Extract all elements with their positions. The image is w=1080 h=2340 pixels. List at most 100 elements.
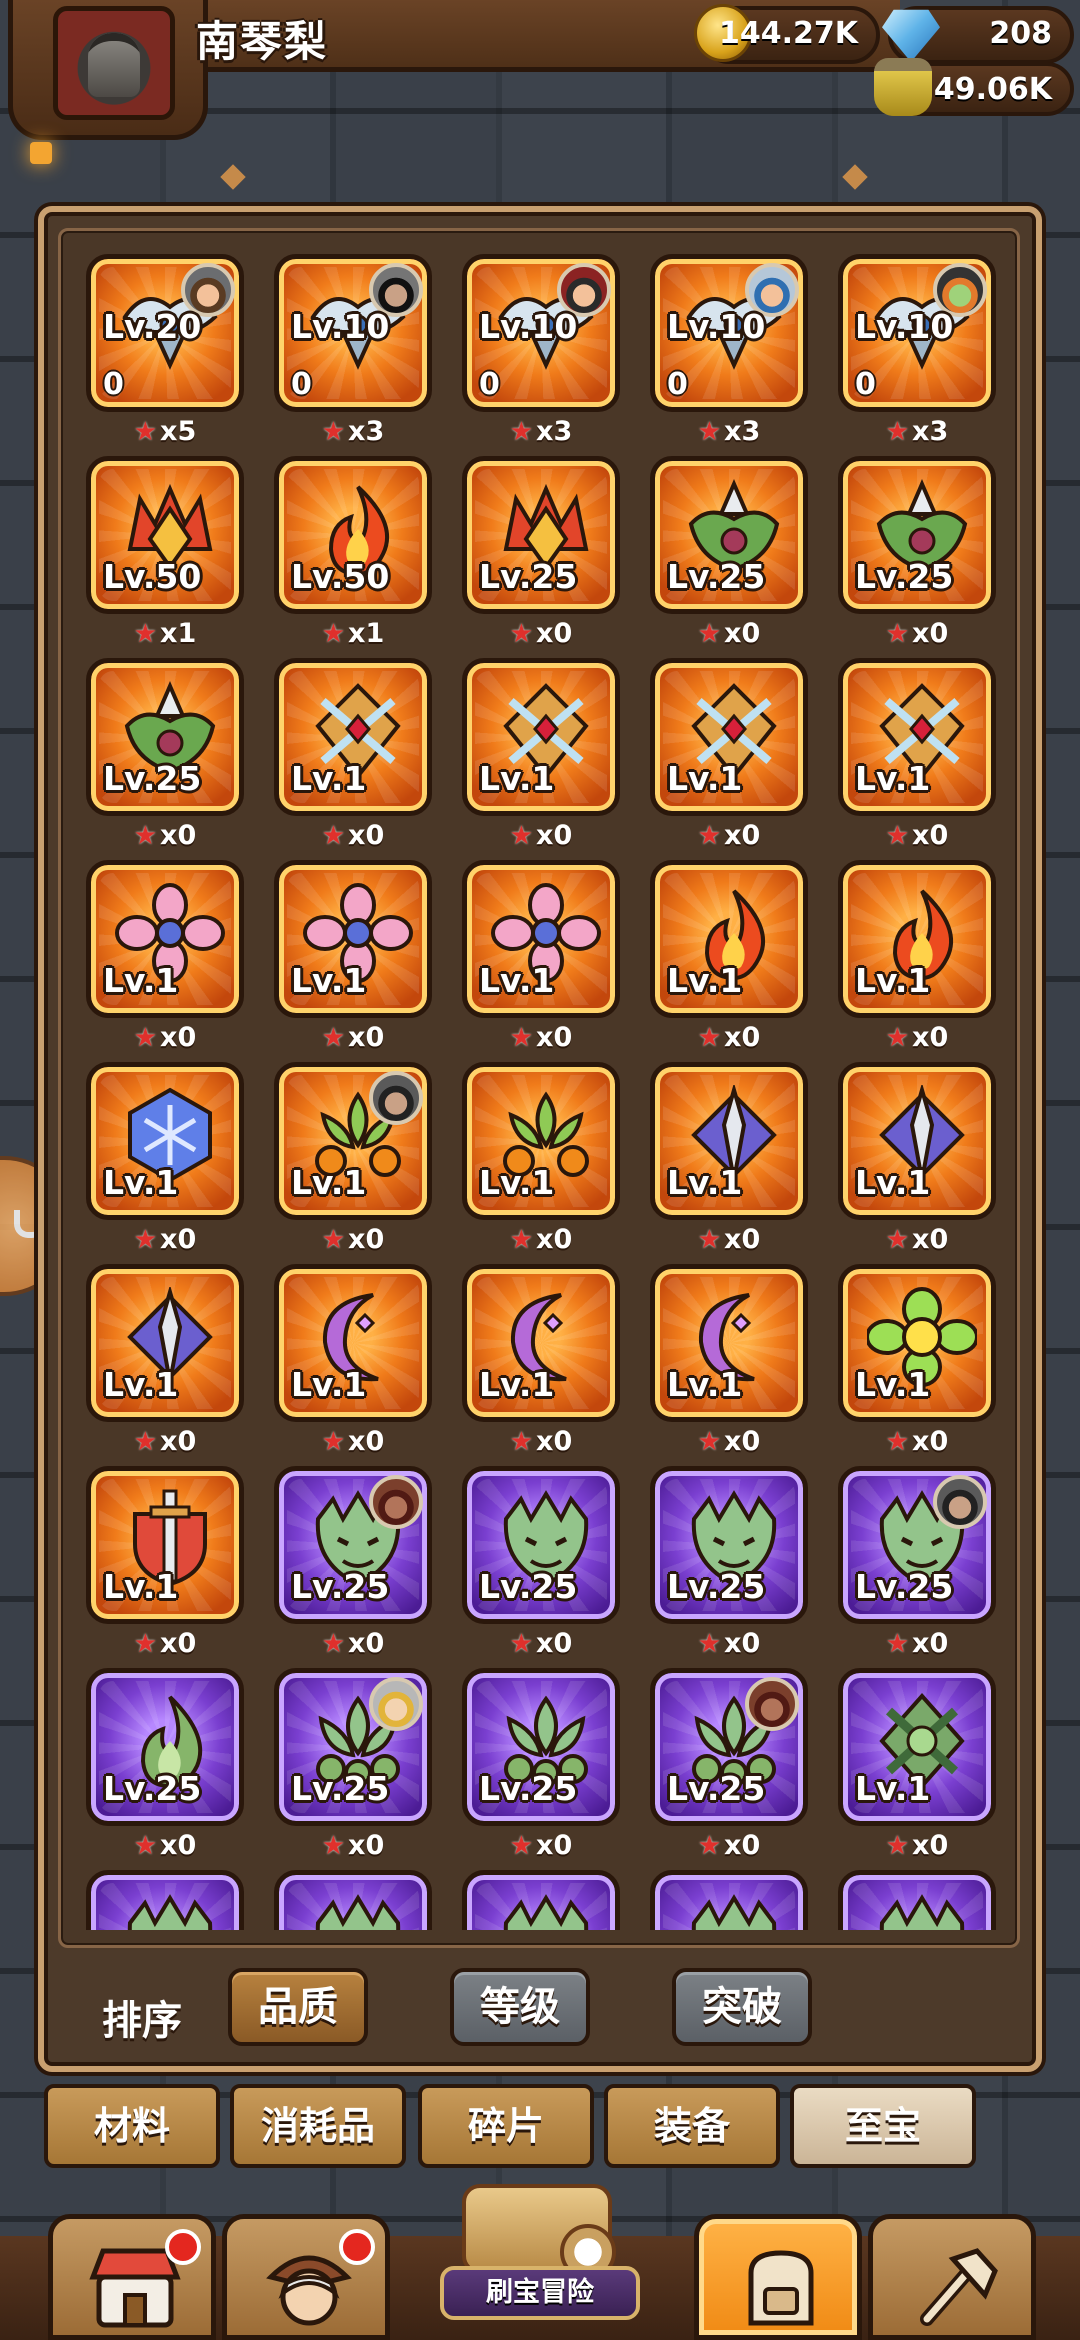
treasure-tile[interactable]: Lv.10 0 [650,254,808,412]
treasure-item[interactable] [274,1870,432,1930]
treasure-item[interactable]: Lv.1 ★ x0 [274,658,432,858]
treasure-tile[interactable]: Lv.1 [838,658,996,816]
treasure-tile[interactable]: Lv.20 0 [86,254,244,412]
treasure-tile[interactable]: Lv.25 [86,658,244,816]
treasure-item[interactable]: Lv.10 0 ★ x3 [462,254,620,454]
nav-adventure-button[interactable]: 刷宝冒险 [392,2184,688,2340]
avatar-frame[interactable] [8,0,208,140]
treasure-tile[interactable]: Lv.1 [650,860,808,1018]
treasure-item[interactable]: Lv.1 ★ x0 [274,1062,432,1262]
treasure-tile[interactable]: Lv.10 0 [274,254,432,412]
treasure-tile[interactable]: Lv.25 [838,456,996,614]
treasure-item[interactable]: Lv.1 ★ x0 [86,1466,244,1666]
treasure-item[interactable]: Lv.1 ★ x0 [462,1264,620,1464]
treasure-tile[interactable]: Lv.1 [86,860,244,1018]
treasure-tile[interactable]: Lv.50 [86,456,244,614]
treasure-item[interactable]: Lv.50 ★ x1 [86,456,244,656]
treasure-grid[interactable]: Lv.20 0 ★ x5 Lv.10 0 ★ x3 Lv.10 0 ★ x3 Lv.10 0 ★ x3 Lv.1… [86,254,998,1930]
treasure-tile[interactable]: Lv.1 [86,1466,244,1624]
treasure-tile[interactable] [462,1870,620,1930]
treasure-tile[interactable]: Lv.25 [462,1466,620,1624]
potion-counter[interactable]: 49.06K [874,58,1074,116]
treasure-tile[interactable] [838,1870,996,1930]
treasure-tile[interactable]: Lv.25 [86,1668,244,1826]
treasure-item[interactable]: Lv.1 ★ x0 [838,860,996,1060]
treasure-tile[interactable] [650,1870,808,1930]
tab-consumables[interactable]: 消耗品 [230,2084,406,2168]
treasure-tile[interactable]: Lv.1 [650,1062,808,1220]
treasure-tile[interactable]: Lv.1 [274,1264,432,1422]
treasure-item[interactable]: Lv.25 ★ x0 [650,456,808,656]
treasure-tile[interactable]: Lv.1 [650,1264,808,1422]
treasure-item[interactable]: Lv.25 ★ x0 [650,1668,808,1868]
sort-level-button[interactable]: 等级 [450,1968,590,2046]
nav-shop-button[interactable] [48,2214,216,2340]
treasure-item[interactable]: Lv.1 ★ x0 [650,658,808,858]
treasure-item[interactable]: Lv.1 ★ x0 [838,1668,996,1868]
treasure-item[interactable]: Lv.50 ★ x1 [274,456,432,656]
treasure-item[interactable]: Lv.25 ★ x0 [274,1466,432,1666]
treasure-tile[interactable]: Lv.50 [274,456,432,614]
treasure-item[interactable]: Lv.1 ★ x0 [86,1062,244,1262]
treasure-item[interactable]: Lv.1 ★ x0 [274,1264,432,1464]
treasure-tile[interactable]: Lv.1 [86,1062,244,1220]
treasure-item[interactable]: Lv.1 ★ x0 [838,1264,996,1464]
treasure-item[interactable] [650,1870,808,1930]
treasure-tile[interactable]: Lv.1 [462,658,620,816]
treasure-item[interactable]: Lv.10 0 ★ x3 [274,254,432,454]
treasure-item[interactable]: Lv.1 ★ x0 [650,1062,808,1262]
treasure-item[interactable]: Lv.20 0 ★ x5 [86,254,244,454]
treasure-item[interactable]: Lv.10 0 ★ x3 [838,254,996,454]
treasure-item[interactable]: Lv.1 ★ x0 [650,1264,808,1464]
treasure-item[interactable]: Lv.25 ★ x0 [462,456,620,656]
treasure-tile[interactable] [274,1870,432,1930]
treasure-item[interactable]: Lv.25 ★ x0 [838,1466,996,1666]
treasure-item[interactable]: Lv.25 ★ x0 [462,1466,620,1666]
gem-counter[interactable]: 208 [882,6,1074,64]
treasure-tile[interactable]: Lv.1 [462,860,620,1018]
treasure-tile[interactable]: Lv.25 [650,1466,808,1624]
treasure-item[interactable]: Lv.1 ★ x0 [650,860,808,1060]
treasure-tile[interactable]: Lv.1 [838,860,996,1018]
nav-hero-button[interactable] [222,2214,390,2340]
tab-equipment[interactable]: 装备 [604,2084,780,2168]
treasure-item[interactable]: Lv.1 ★ x0 [462,860,620,1060]
treasure-tile[interactable]: Lv.25 [274,1466,432,1624]
tab-materials[interactable]: 材料 [44,2084,220,2168]
treasure-item[interactable]: Lv.1 ★ x0 [462,1062,620,1262]
treasure-item[interactable]: Lv.25 ★ x0 [86,658,244,858]
gold-counter[interactable]: 144.27K [694,4,880,64]
sort-quality-button[interactable]: 品质 [228,1968,368,2046]
treasure-item[interactable]: Lv.25 ★ x0 [650,1466,808,1666]
sort-breakthrough-button[interactable]: 突破 [672,1968,812,2046]
treasure-item[interactable] [86,1870,244,1930]
treasure-item[interactable]: Lv.1 ★ x0 [86,1264,244,1464]
treasure-tile[interactable]: Lv.1 [838,1668,996,1826]
tab-fragments[interactable]: 碎片 [418,2084,594,2168]
treasure-tile[interactable]: Lv.1 [462,1062,620,1220]
treasure-item[interactable]: Lv.25 ★ x0 [462,1668,620,1868]
treasure-item[interactable]: Lv.1 ★ x0 [86,860,244,1060]
tab-treasures[interactable]: 至宝 [790,2084,976,2168]
nav-forge-button[interactable] [868,2214,1036,2340]
treasure-tile[interactable] [86,1870,244,1930]
nav-bag-button[interactable] [694,2214,862,2340]
treasure-tile[interactable]: Lv.1 [838,1264,996,1422]
treasure-tile[interactable]: Lv.10 0 [462,254,620,412]
treasure-item[interactable]: Lv.10 0 ★ x3 [650,254,808,454]
treasure-tile[interactable]: Lv.1 [274,860,432,1018]
treasure-item[interactable]: Lv.1 ★ x0 [838,1062,996,1262]
treasure-tile[interactable]: Lv.10 0 [838,254,996,412]
treasure-tile[interactable]: Lv.1 [274,658,432,816]
treasure-tile[interactable]: Lv.25 [650,1668,808,1826]
treasure-item[interactable] [462,1870,620,1930]
treasure-tile[interactable]: Lv.25 [650,456,808,614]
treasure-tile[interactable]: Lv.25 [462,456,620,614]
treasure-tile[interactable]: Lv.1 [462,1264,620,1422]
treasure-tile[interactable]: Lv.1 [838,1062,996,1220]
treasure-tile[interactable]: Lv.1 [274,1062,432,1220]
treasure-tile[interactable]: Lv.1 [86,1264,244,1422]
treasure-tile[interactable]: Lv.1 [650,658,808,816]
treasure-item[interactable]: Lv.1 ★ x0 [274,860,432,1060]
treasure-item[interactable]: Lv.25 ★ x0 [274,1668,432,1868]
